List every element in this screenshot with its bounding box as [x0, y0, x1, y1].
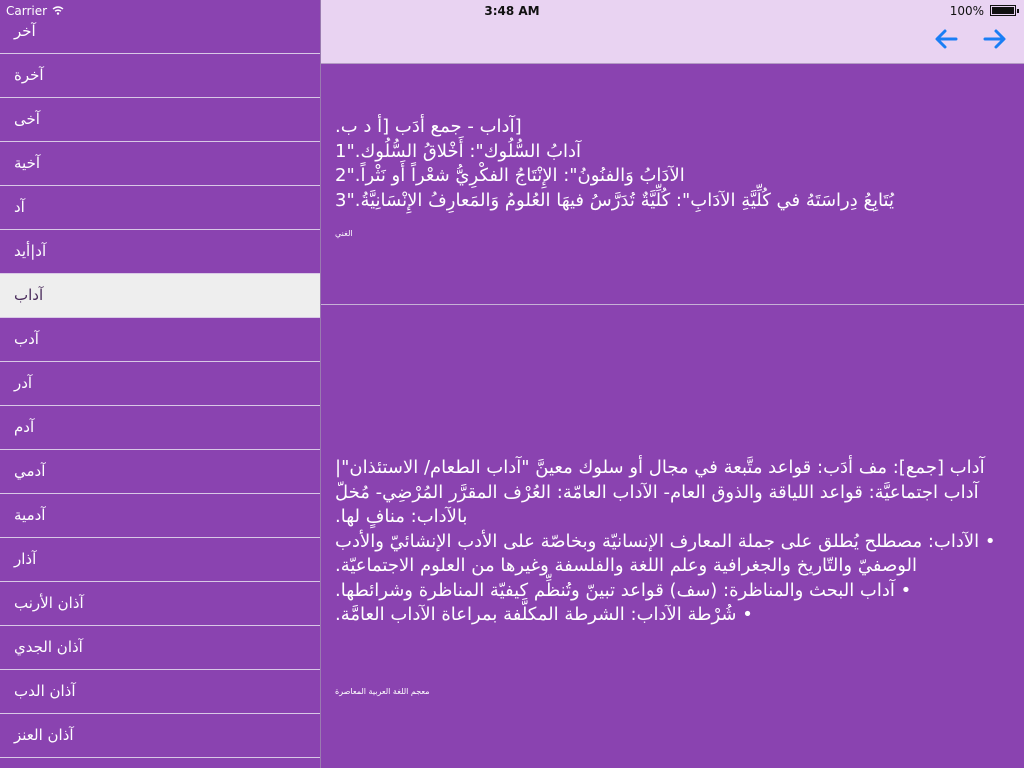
navigation-bar — [321, 0, 1024, 64]
definition-text: آداب [جمع]: مف أدَب: قواعد متَّبعة في مج… — [335, 457, 996, 625]
arrow-left-icon[interactable] — [931, 24, 961, 54]
definition-pane[interactable]: آداب [جمع]: مف أدَب: قواعد متَّبعة في مج… — [321, 306, 1024, 768]
list-item[interactable]: آذان الأرنب — [0, 582, 320, 626]
list-item[interactable]: آدب — [0, 318, 320, 362]
dictionary-source: الغني — [335, 229, 353, 238]
arrow-right-icon[interactable] — [980, 24, 1010, 54]
dictionary-source: معجم اللغة العربية المعاصرة — [335, 687, 430, 696]
list-item[interactable]: آدمية — [0, 494, 320, 538]
word-list[interactable]: آخر آخرة آخى آخية آد آد|أيد آداب آدب آدر… — [0, 0, 320, 768]
list-item[interactable]: آدم — [0, 406, 320, 450]
list-item[interactable]: آخى — [0, 98, 320, 142]
list-item[interactable]: آدمي — [0, 450, 320, 494]
list-item[interactable]: آذان الدب — [0, 670, 320, 714]
list-item-selected[interactable]: آداب — [0, 274, 320, 318]
list-item[interactable]: آدر — [0, 362, 320, 406]
list-item[interactable]: آد — [0, 186, 320, 230]
list-item[interactable]: آذار — [0, 538, 320, 582]
definition-pane[interactable]: [آداب - جمع أدَب [أ د ب. آدابُ السُّلُوك… — [321, 65, 1024, 305]
list-item[interactable]: آد|أيد — [0, 230, 320, 274]
list-item[interactable]: آذان الجدي — [0, 626, 320, 670]
list-item[interactable]: آخرة — [0, 54, 320, 98]
list-item[interactable]: آخية — [0, 142, 320, 186]
list-item[interactable]: آذان العنز — [0, 714, 320, 758]
list-item[interactable]: آخر — [0, 10, 320, 54]
definition-text: [آداب - جمع أدَب [أ د ب. آدابُ السُّلُوك… — [335, 116, 894, 211]
